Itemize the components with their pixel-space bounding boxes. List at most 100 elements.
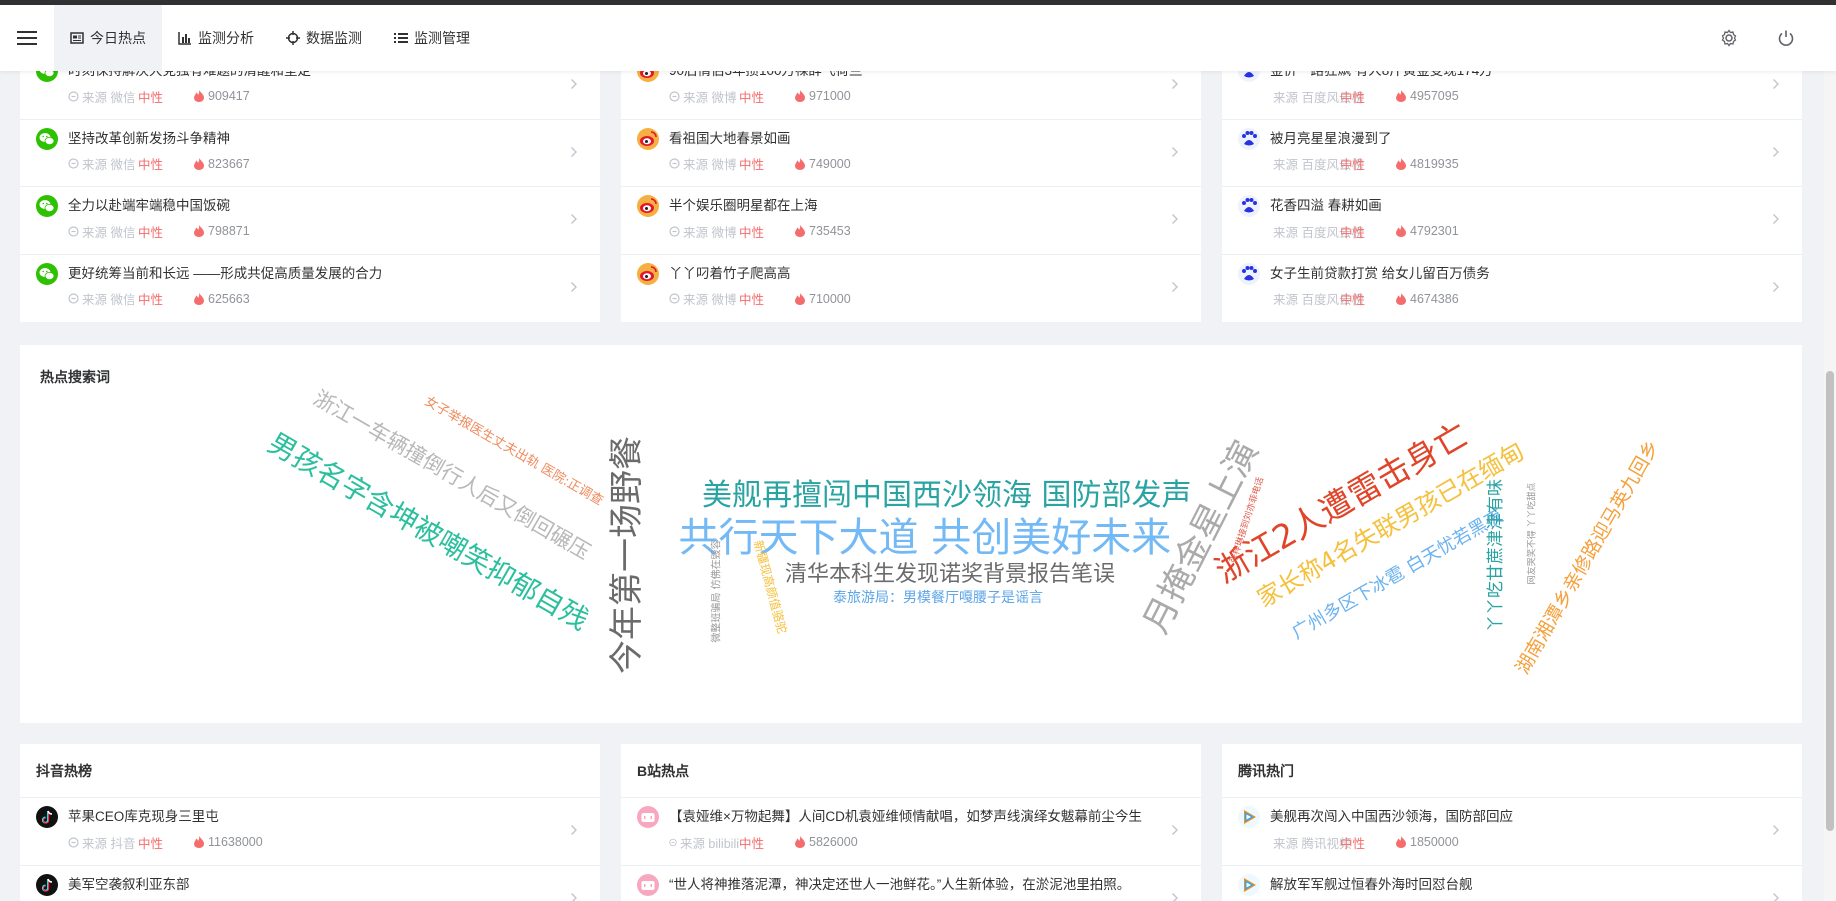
item-sentiment: 中性 xyxy=(739,293,765,307)
bilibili-card-title: B站热点 xyxy=(621,744,1201,798)
item-title: 解放军军舰过恒春外海时回怼台舰 xyxy=(1270,876,1473,892)
item-sentiment: 中性 xyxy=(1340,293,1366,307)
hot-list-item[interactable]: 美军空袭叙利亚东部 xyxy=(20,866,600,901)
item-sentiment: 中性 xyxy=(138,90,164,105)
hot-list-item[interactable]: 更好统筹当前和长远 ——形成共促高质量发展的合力 来源 微信 中性 625663 xyxy=(20,255,600,323)
item-title: 苹果CEO库克现身三里屯 xyxy=(68,809,219,824)
link-icon xyxy=(68,90,79,102)
item-meta: 来源 微信 中性 909417 xyxy=(68,88,550,105)
item-meta: 来源 微博 中性 971000 xyxy=(669,88,1151,105)
chevron-right-icon xyxy=(570,213,578,228)
item-heat-value: 4792301 xyxy=(1410,224,1459,238)
item-sentiment: 中性 xyxy=(1340,836,1366,851)
scrollbar-thumb[interactable] xyxy=(1826,371,1834,831)
hot-search-word[interactable]: 美舰再擅闯中国西沙领海 国防部发声 xyxy=(702,481,1192,511)
hot-search-word[interactable]: 泰旅游局：男模餐厅嘎腰子是谣言 xyxy=(833,591,1043,605)
item-source: 来源 抖音 xyxy=(68,833,138,852)
hot-list-item[interactable]: “世人将神推落泥潭，神决定还世人一池鲜花。”人生新体验，在淤泥池里拍照。 xyxy=(621,866,1201,901)
item-source-label: 来源 bilibili xyxy=(679,836,739,851)
tab-data-monitor[interactable]: 数据监测 xyxy=(270,5,378,71)
item-source: 来源 微信 xyxy=(68,154,138,173)
menu-toggle-button[interactable] xyxy=(0,5,54,71)
item-sentiment: 中性 xyxy=(739,90,765,105)
hot-list-item[interactable]: 丫丫叼着竹子爬高高 来源 微博 中性 710000 xyxy=(621,255,1201,323)
item-source-label: 来源 抖音 xyxy=(82,836,136,851)
hot-search-word[interactable]: 丫丫吃甘蔗津津有味 xyxy=(1486,479,1506,632)
item-heat-value: 735453 xyxy=(809,224,851,238)
item-source: 来源 bilibili xyxy=(669,833,739,852)
item-source: 来源 微博 xyxy=(669,289,739,308)
gear-icon xyxy=(1721,29,1737,47)
chevron-right-icon xyxy=(570,78,578,93)
hot-search-word[interactable]: 清华本科生发现诺奖背景报告笔误 xyxy=(785,564,1115,586)
hot-list-item[interactable]: 美舰再次闯入中国西沙领海，国防部回应 来源 腾讯视频 中性 1850000 xyxy=(1222,798,1802,866)
hot-list-item[interactable]: 看祖国大地春景如画 来源 微博 中性 749000 xyxy=(621,120,1201,187)
hot-search-word[interactable]: 微整班骗局 仿佛在毁容 xyxy=(711,539,722,642)
weibo-logo-icon xyxy=(637,262,659,285)
chevron-right-icon xyxy=(1772,78,1780,93)
item-meta: 来源 抖音 中性 11638000 xyxy=(68,833,550,852)
hot-list-item[interactable]: 全力以赴端牢端稳中国饭碗 来源 微信 中性 798871 xyxy=(20,187,600,255)
hot-search-card: 热点搜索词 共行天下大道 共创美好未来 美舰再擅闯中国西沙领海 国防部发声 清华本科… xyxy=(20,345,1802,723)
chevron-right-icon xyxy=(1772,892,1780,901)
item-heat-value: 11638000 xyxy=(208,835,263,849)
wechat-logo-icon xyxy=(36,127,58,150)
item-title: 美舰再次闯入中国西沙领海，国防部回应 xyxy=(1270,809,1513,824)
wechat-hot-card: 时刻保持解决大党独有难题的清醒和坚定 来源 微信 中性 909417 坚持改革创… xyxy=(20,52,600,322)
hot-list-item[interactable]: 半个娱乐圈明星都在上海 来源 微博 中性 735453 xyxy=(621,187,1201,255)
settings-button[interactable] xyxy=(1720,5,1738,71)
chevron-right-icon xyxy=(570,824,578,839)
item-source-label: 来源 微信 xyxy=(82,225,136,240)
item-title: 看祖国大地春景如画 xyxy=(669,130,791,146)
tab-monitor-analysis[interactable]: 监测分析 xyxy=(162,5,270,71)
chevron-right-icon xyxy=(570,146,578,161)
item-title: 全力以赴端牢端稳中国饭碗 xyxy=(68,198,230,213)
tab-label: 今日热点 xyxy=(90,30,146,46)
link-icon xyxy=(669,158,680,169)
chevron-right-icon xyxy=(1772,146,1780,161)
item-heat: 971000 xyxy=(795,89,851,103)
item-heat-value: 1850000 xyxy=(1410,835,1459,849)
item-heat-value: 971000 xyxy=(809,89,851,103)
item-title: 坚持改革创新发扬斗争精神 xyxy=(68,130,230,146)
flame-icon xyxy=(194,836,204,848)
hot-list-item[interactable]: 被月亮星星浪漫到了 来源 百度风云榜 中性 4819935 xyxy=(1222,120,1802,187)
item-source-label: 来源 微博 xyxy=(683,90,737,105)
page-scrollbar[interactable] xyxy=(1824,71,1836,901)
item-meta: 来源 微信 中性 625663 xyxy=(68,291,550,307)
item-heat: 11638000 xyxy=(194,835,263,849)
baidu-logo-icon xyxy=(1238,127,1260,150)
hot-list-item[interactable]: 花香四溢 春耕如画 来源 百度风云榜 中性 4792301 xyxy=(1222,187,1802,255)
hot-search-word[interactable]: 网友哭笑不得 丫丫吃甜点 xyxy=(1527,482,1537,584)
item-heat: 1850000 xyxy=(1396,835,1459,849)
flame-icon xyxy=(795,292,805,305)
item-title: 丫丫叼着竹子爬高高 xyxy=(669,265,791,281)
hot-search-word[interactable]: 今年第一场野餐 xyxy=(607,436,647,674)
item-source: 来源 微博 xyxy=(669,154,739,173)
hot-list-item[interactable]: 女子生前贷款打赏 给女儿留百万债务 来源 百度风云榜 中性 4674386 xyxy=(1222,255,1802,323)
item-source: 来源 百度风云榜 xyxy=(1270,154,1364,173)
item-heat: 5826000 xyxy=(795,835,858,849)
tab-today-hot[interactable]: 今日热点 xyxy=(54,5,162,71)
hot-list-item[interactable]: 苹果CEO库克现身三里屯 来源 抖音 中性 11638000 xyxy=(20,798,600,866)
tab-monitor-manage[interactable]: 监测管理 xyxy=(378,5,486,71)
item-heat: 4819935 xyxy=(1396,157,1459,171)
item-heat-value: 798871 xyxy=(208,224,250,238)
item-meta: 来源 腾讯视频 中性 1850000 xyxy=(1270,834,1752,851)
hot-search-word[interactable]: 女子举报医生丈夫出轨 医院:正调查 xyxy=(422,394,606,509)
chevron-right-icon xyxy=(1772,213,1780,228)
hot-list-item[interactable]: 坚持改革创新发扬斗争精神 来源 微信 中性 823667 xyxy=(20,120,600,187)
hot-list-item[interactable]: 解放军军舰过恒春外海时回怼台舰 xyxy=(1222,866,1802,901)
weibo-logo-icon xyxy=(637,195,659,217)
item-source: 来源 百度风云榜 xyxy=(1270,289,1364,308)
chevron-right-icon xyxy=(1171,281,1179,296)
item-heat-value: 710000 xyxy=(809,291,851,306)
item-heat-value: 5826000 xyxy=(809,835,858,849)
item-sentiment: 中性 xyxy=(1340,90,1366,105)
item-heat: 735453 xyxy=(795,224,851,238)
hot-list-item[interactable]: 【袁娅维×万物起舞】人间CD机袁娅维倾情献唱，如梦声线演绎女魃幕前尘今生 来源 … xyxy=(621,798,1201,866)
item-source-label: 来源 微信 xyxy=(82,293,136,307)
flame-icon xyxy=(795,225,805,237)
logout-button[interactable] xyxy=(1777,5,1795,71)
weibo-hot-card: 90后情侣3年攒100万裸辞飞荷兰 来源 微博 中性 971000 看祖国大地春… xyxy=(621,52,1201,322)
